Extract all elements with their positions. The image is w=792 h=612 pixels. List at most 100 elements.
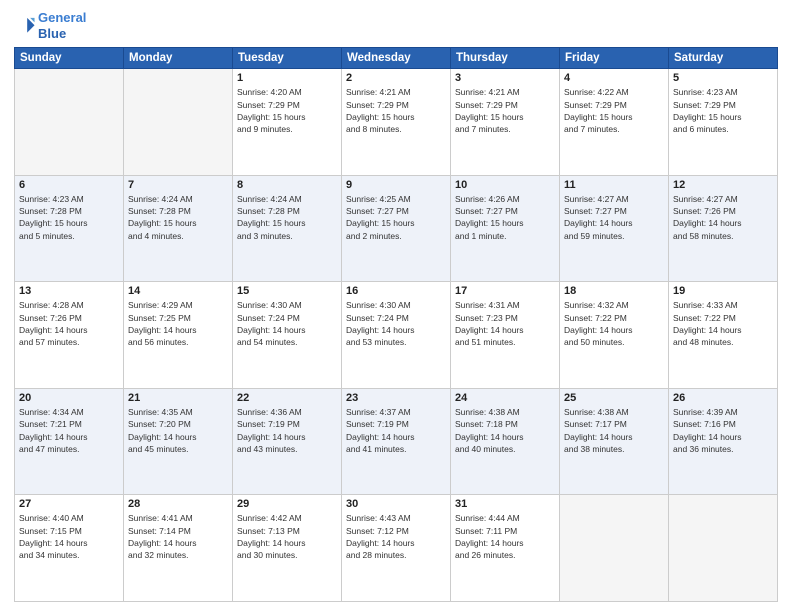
- day-number: 7: [128, 179, 228, 191]
- calendar-table: SundayMondayTuesdayWednesdayThursdayFrid…: [14, 47, 778, 602]
- cal-cell-20: 20 Sunrise: 4:34 AM Sunset: 7:21 PM Dayli…: [15, 388, 124, 495]
- cell-info: Sunrise: 4:31 AM Sunset: 7:23 PM Dayligh…: [455, 299, 555, 348]
- cell-info: Sunrise: 4:20 AM Sunset: 7:29 PM Dayligh…: [237, 86, 337, 135]
- cell-info: Sunrise: 4:35 AM Sunset: 7:20 PM Dayligh…: [128, 406, 228, 455]
- cal-cell-23: 23 Sunrise: 4:37 AM Sunset: 7:19 PM Dayli…: [342, 388, 451, 495]
- cal-cell-12: 12 Sunrise: 4:27 AM Sunset: 7:26 PM Dayli…: [669, 175, 778, 282]
- cal-cell-22: 22Sunrise: 4:36 AM Sunset: 7:19 PM Dayli…: [233, 388, 342, 495]
- weekday-header-wednesday: Wednesday: [342, 48, 451, 69]
- day-number: 20: [19, 392, 119, 404]
- cal-cell-24: 24 Sunrise: 4:38 AM Sunset: 7:18 PM Dayli…: [451, 388, 560, 495]
- day-number: 19: [673, 285, 773, 297]
- cal-cell-17: 17 Sunrise: 4:31 AM Sunset: 7:23 PM Dayli…: [451, 282, 560, 389]
- cell-info: Sunrise: 4:42 AM Sunset: 7:13 PM Dayligh…: [237, 512, 337, 561]
- day-number: 29: [237, 498, 337, 510]
- day-number: 28: [128, 498, 228, 510]
- day-number: 26: [673, 392, 773, 404]
- cell-info: Sunrise: 4:24 AM Sunset: 7:28 PM Dayligh…: [237, 193, 337, 242]
- day-number: 22: [237, 392, 337, 404]
- cell-info: Sunrise: 4:30 AM Sunset: 7:24 PM Dayligh…: [346, 299, 446, 348]
- cell-info: Sunrise: 4:44 AM Sunset: 7:11 PM Dayligh…: [455, 512, 555, 561]
- cal-cell-4: 4 Sunrise: 4:22 AM Sunset: 7:29 PM Daylig…: [560, 69, 669, 176]
- day-number: 3: [455, 72, 555, 84]
- logo-icon: [14, 15, 36, 37]
- cal-cell-25: 25 Sunrise: 4:38 AM Sunset: 7:17 PM Dayli…: [560, 388, 669, 495]
- logo: General Blue: [14, 10, 86, 41]
- day-number: 16: [346, 285, 446, 297]
- day-number: 21: [128, 392, 228, 404]
- cal-cell-9: 9 Sunrise: 4:25 AM Sunset: 7:27 PM Daylig…: [342, 175, 451, 282]
- header: General Blue: [14, 10, 778, 41]
- cell-info: Sunrise: 4:30 AM Sunset: 7:24 PM Dayligh…: [237, 299, 337, 348]
- cal-cell-21: 21 Sunrise: 4:35 AM Sunset: 7:20 PM Dayli…: [124, 388, 233, 495]
- cell-info: Sunrise: 4:23 AM Sunset: 7:28 PM Dayligh…: [19, 193, 119, 242]
- cal-cell-empty: [15, 69, 124, 176]
- weekday-header-saturday: Saturday: [669, 48, 778, 69]
- day-number: 11: [564, 179, 664, 191]
- day-number: 4: [564, 72, 664, 84]
- cal-cell-29: 29 Sunrise: 4:42 AM Sunset: 7:13 PM Dayli…: [233, 495, 342, 602]
- day-number: 14: [128, 285, 228, 297]
- cell-info: Sunrise: 4:34 AM Sunset: 7:21 PM Dayligh…: [19, 406, 119, 455]
- logo-text: General Blue: [38, 10, 86, 41]
- cal-cell-30: 30Sunrise: 4:43 AM Sunset: 7:12 PM Dayli…: [342, 495, 451, 602]
- weekday-header-tuesday: Tuesday: [233, 48, 342, 69]
- cal-cell-16: 16 Sunrise: 4:30 AM Sunset: 7:24 PM Dayli…: [342, 282, 451, 389]
- cell-info: Sunrise: 4:27 AM Sunset: 7:26 PM Dayligh…: [673, 193, 773, 242]
- day-number: 27: [19, 498, 119, 510]
- cell-info: Sunrise: 4:40 AM Sunset: 7:15 PM Dayligh…: [19, 512, 119, 561]
- cell-info: Sunrise: 4:25 AM Sunset: 7:27 PM Dayligh…: [346, 193, 446, 242]
- cell-info: Sunrise: 4:41 AM Sunset: 7:14 PM Dayligh…: [128, 512, 228, 561]
- day-number: 8: [237, 179, 337, 191]
- cal-cell-14: 14Sunrise: 4:29 AM Sunset: 7:25 PM Dayli…: [124, 282, 233, 389]
- cal-cell-26: 26 Sunrise: 4:39 AM Sunset: 7:16 PM Dayli…: [669, 388, 778, 495]
- cal-cell-15: 15Sunrise: 4:30 AM Sunset: 7:24 PM Dayli…: [233, 282, 342, 389]
- day-number: 1: [237, 72, 337, 84]
- day-number: 25: [564, 392, 664, 404]
- cell-info: Sunrise: 4:24 AM Sunset: 7:28 PM Dayligh…: [128, 193, 228, 242]
- cal-cell-10: 10Sunrise: 4:26 AM Sunset: 7:27 PM Dayli…: [451, 175, 560, 282]
- cal-cell-5: 5Sunrise: 4:23 AM Sunset: 7:29 PM Daylig…: [669, 69, 778, 176]
- cell-info: Sunrise: 4:22 AM Sunset: 7:29 PM Dayligh…: [564, 86, 664, 135]
- cal-cell-13: 13Sunrise: 4:28 AM Sunset: 7:26 PM Dayli…: [15, 282, 124, 389]
- cal-cell-1: 1 Sunrise: 4:20 AM Sunset: 7:29 PM Daylig…: [233, 69, 342, 176]
- cell-info: Sunrise: 4:43 AM Sunset: 7:12 PM Dayligh…: [346, 512, 446, 561]
- cal-cell-11: 11 Sunrise: 4:27 AM Sunset: 7:27 PM Dayli…: [560, 175, 669, 282]
- day-number: 13: [19, 285, 119, 297]
- cell-info: Sunrise: 4:39 AM Sunset: 7:16 PM Dayligh…: [673, 406, 773, 455]
- cal-cell-empty: [560, 495, 669, 602]
- cal-cell-31: 31 Sunrise: 4:44 AM Sunset: 7:11 PM Dayli…: [451, 495, 560, 602]
- cell-info: Sunrise: 4:32 AM Sunset: 7:22 PM Dayligh…: [564, 299, 664, 348]
- cal-cell-19: 19 Sunrise: 4:33 AM Sunset: 7:22 PM Dayli…: [669, 282, 778, 389]
- cell-info: Sunrise: 4:21 AM Sunset: 7:29 PM Dayligh…: [455, 86, 555, 135]
- cal-cell-6: 6 Sunrise: 4:23 AM Sunset: 7:28 PM Daylig…: [15, 175, 124, 282]
- cal-cell-27: 27 Sunrise: 4:40 AM Sunset: 7:15 PM Dayli…: [15, 495, 124, 602]
- day-number: 5: [673, 72, 773, 84]
- cell-info: Sunrise: 4:37 AM Sunset: 7:19 PM Dayligh…: [346, 406, 446, 455]
- cal-cell-18: 18 Sunrise: 4:32 AM Sunset: 7:22 PM Dayli…: [560, 282, 669, 389]
- cell-info: Sunrise: 4:38 AM Sunset: 7:18 PM Dayligh…: [455, 406, 555, 455]
- cell-info: Sunrise: 4:21 AM Sunset: 7:29 PM Dayligh…: [346, 86, 446, 135]
- day-number: 23: [346, 392, 446, 404]
- day-number: 9: [346, 179, 446, 191]
- day-number: 18: [564, 285, 664, 297]
- day-number: 31: [455, 498, 555, 510]
- cal-cell-empty: [124, 69, 233, 176]
- cal-cell-2: 2Sunrise: 4:21 AM Sunset: 7:29 PM Daylig…: [342, 69, 451, 176]
- page: General Blue SundayMondayTuesdayWednesda…: [0, 0, 792, 612]
- day-number: 24: [455, 392, 555, 404]
- cell-info: Sunrise: 4:27 AM Sunset: 7:27 PM Dayligh…: [564, 193, 664, 242]
- cell-info: Sunrise: 4:33 AM Sunset: 7:22 PM Dayligh…: [673, 299, 773, 348]
- weekday-header-monday: Monday: [124, 48, 233, 69]
- cell-info: Sunrise: 4:38 AM Sunset: 7:17 PM Dayligh…: [564, 406, 664, 455]
- cal-cell-7: 7 Sunrise: 4:24 AM Sunset: 7:28 PM Daylig…: [124, 175, 233, 282]
- cal-cell-empty: [669, 495, 778, 602]
- cal-cell-3: 3 Sunrise: 4:21 AM Sunset: 7:29 PM Daylig…: [451, 69, 560, 176]
- day-number: 6: [19, 179, 119, 191]
- weekday-header-sunday: Sunday: [15, 48, 124, 69]
- weekday-header-friday: Friday: [560, 48, 669, 69]
- weekday-header-thursday: Thursday: [451, 48, 560, 69]
- day-number: 12: [673, 179, 773, 191]
- day-number: 10: [455, 179, 555, 191]
- day-number: 17: [455, 285, 555, 297]
